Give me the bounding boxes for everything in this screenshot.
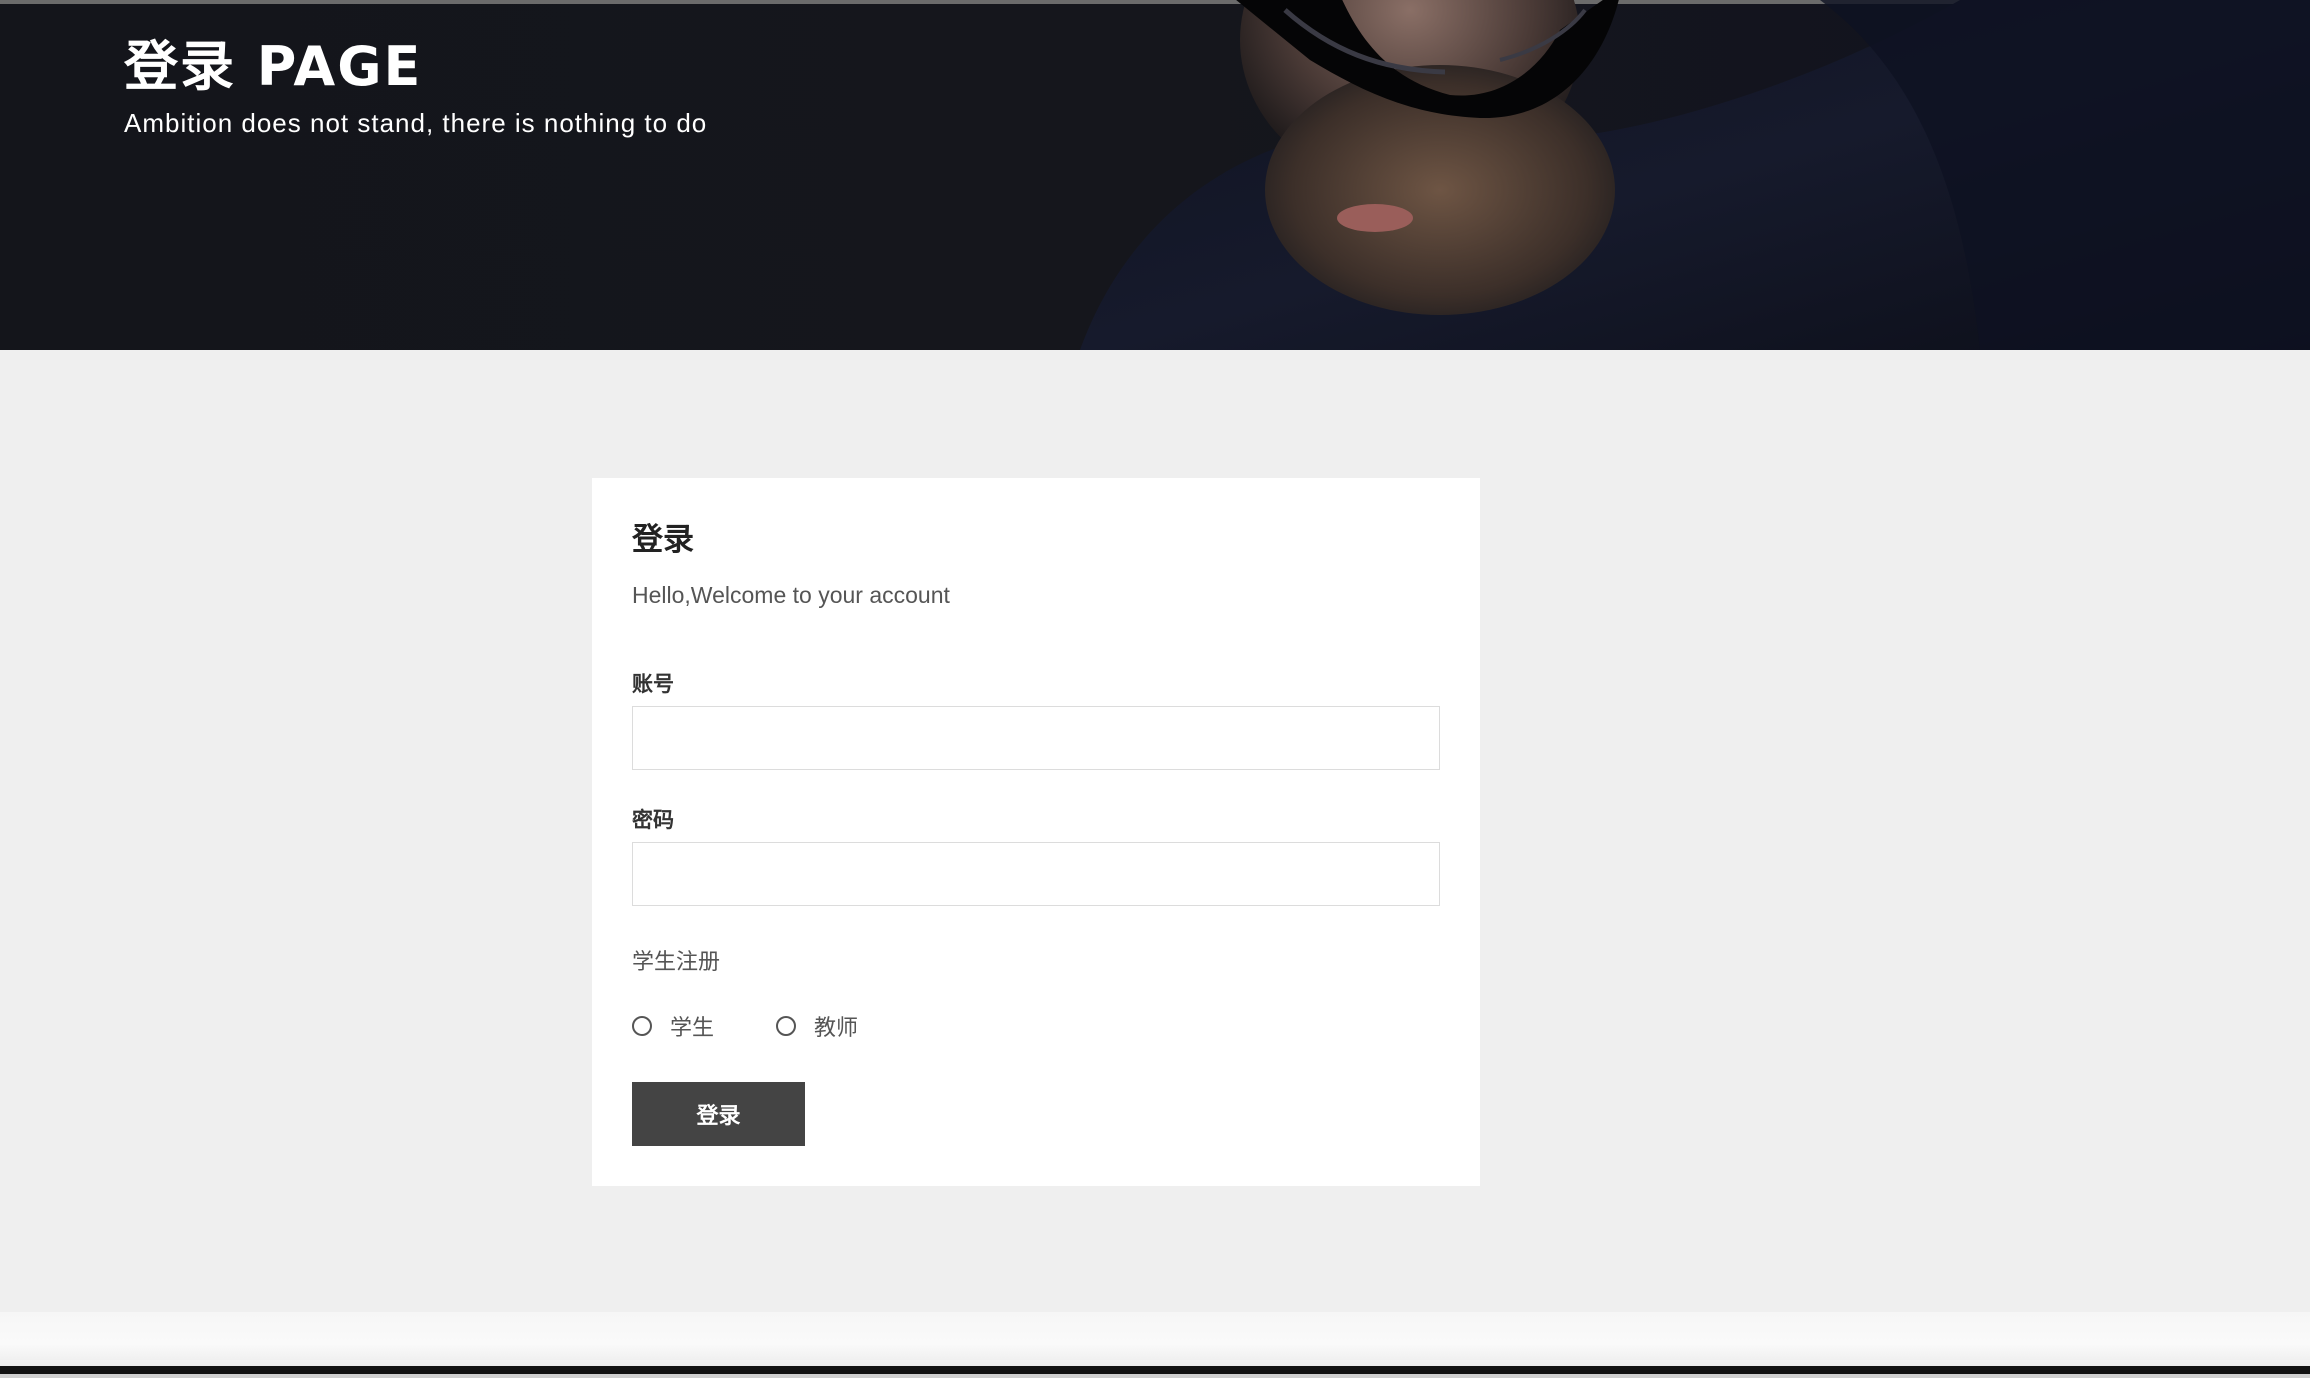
page-subtitle: Ambition does not stand, there is nothin… <box>124 108 708 138</box>
role-student-radio[interactable]: 学生 <box>632 1010 714 1042</box>
footer-divider <box>0 1366 2310 1374</box>
role-teacher-radio[interactable]: 教师 <box>776 1010 858 1042</box>
radio-circle-icon[interactable] <box>776 1016 797 1036</box>
welcome-text: Hello,Welcome to your account <box>632 582 950 608</box>
hero-portrait-image <box>1080 0 2310 350</box>
login-button[interactable]: 登录 <box>632 1082 805 1146</box>
student-register-label: 学生注册 <box>632 950 721 975</box>
login-card-title: 登录 <box>632 522 694 558</box>
role-student-label: 学生 <box>670 1016 715 1041</box>
account-input[interactable] <box>632 706 1440 770</box>
page-title: 登录 PAGE <box>124 35 423 98</box>
footer-bottom-strip <box>0 1374 2310 1378</box>
role-radio-group: 学生 教师 <box>632 1010 920 1042</box>
account-label: 账号 <box>632 672 674 696</box>
radio-circle-icon[interactable] <box>632 1016 652 1036</box>
login-card: 登录 Hello,Welcome to your account 账号 密码 学… <box>592 478 1480 1186</box>
hero-banner: 登录 PAGE Ambition does not stand, there i… <box>0 0 2310 350</box>
role-teacher-label: 教师 <box>814 1016 859 1041</box>
password-label: 密码 <box>632 808 674 832</box>
password-input[interactable] <box>632 842 1440 906</box>
footer-band <box>0 1312 2310 1366</box>
